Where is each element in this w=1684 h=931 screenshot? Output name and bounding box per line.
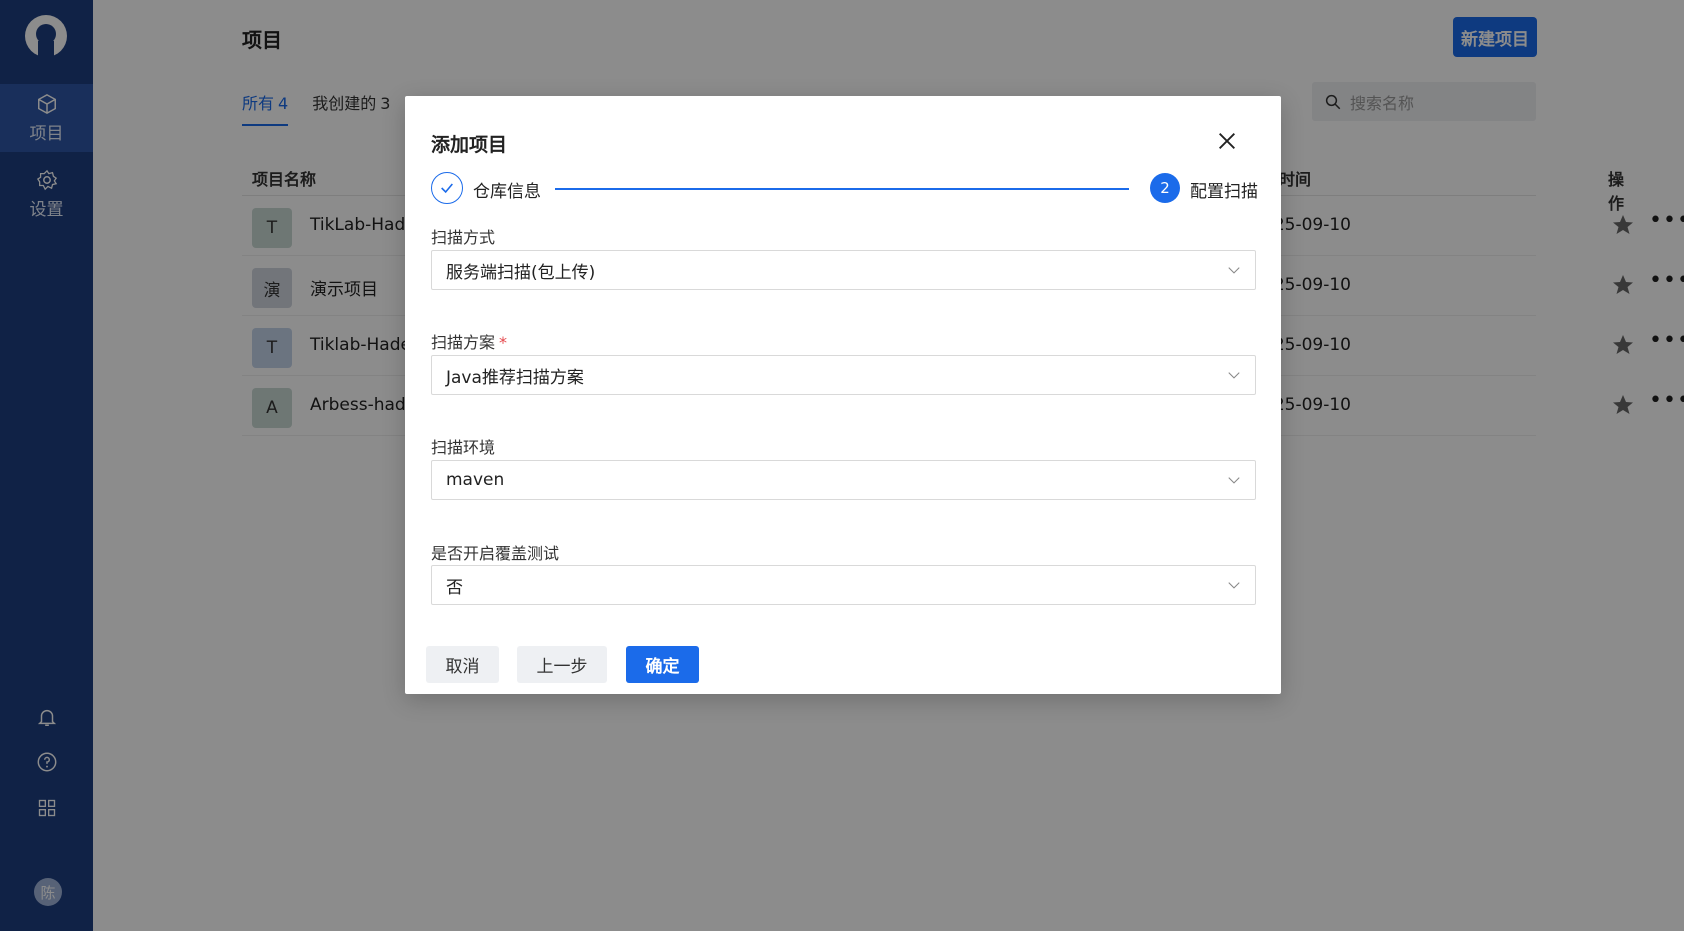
field-label-scan-method: 扫描方式 [431,228,496,247]
step-label: 仓库信息 [473,182,541,202]
close-icon[interactable] [1216,130,1238,152]
step-done-circle [431,172,463,204]
field-label-coverage: 是否开启覆盖测试 [431,544,560,563]
modal-title: 添加项目 [431,134,508,156]
previous-step-button[interactable]: 上一步 [517,646,607,683]
confirm-button[interactable]: 确定 [626,646,699,683]
select-value: 否 [446,577,463,598]
select-value: Java推荐扫描方案 [446,367,584,388]
field-label-scan-plan: 扫描方案 * [431,333,508,352]
add-project-modal: 添加项目 仓库信息 2 配置扫描 扫描方式 服务端扫描(包上传) 扫描方案 * J… [405,96,1281,694]
cancel-button[interactable]: 取消 [426,646,499,683]
scan-plan-select[interactable]: Java推荐扫描方案 [431,355,1256,395]
select-value: 服务端扫描(包上传) [446,262,596,283]
step-indicator: 仓库信息 2 配置扫描 [431,172,1261,206]
chevron-down-icon [1228,372,1240,379]
chevron-down-icon [1228,477,1240,484]
field-label-scan-env: 扫描环境 [431,438,496,457]
step-connector [555,188,1129,190]
select-value: maven [446,470,505,490]
chevron-down-icon [1228,267,1240,274]
chevron-down-icon [1228,582,1240,589]
required-mark: * [499,333,508,352]
step-label: 配置扫描 [1190,182,1258,202]
check-icon [441,183,453,194]
scan-method-select[interactable]: 服务端扫描(包上传) [431,250,1256,290]
coverage-select[interactable]: 否 [431,565,1256,605]
scan-env-select[interactable]: maven [431,460,1256,500]
step-number: 2 [1150,173,1180,203]
